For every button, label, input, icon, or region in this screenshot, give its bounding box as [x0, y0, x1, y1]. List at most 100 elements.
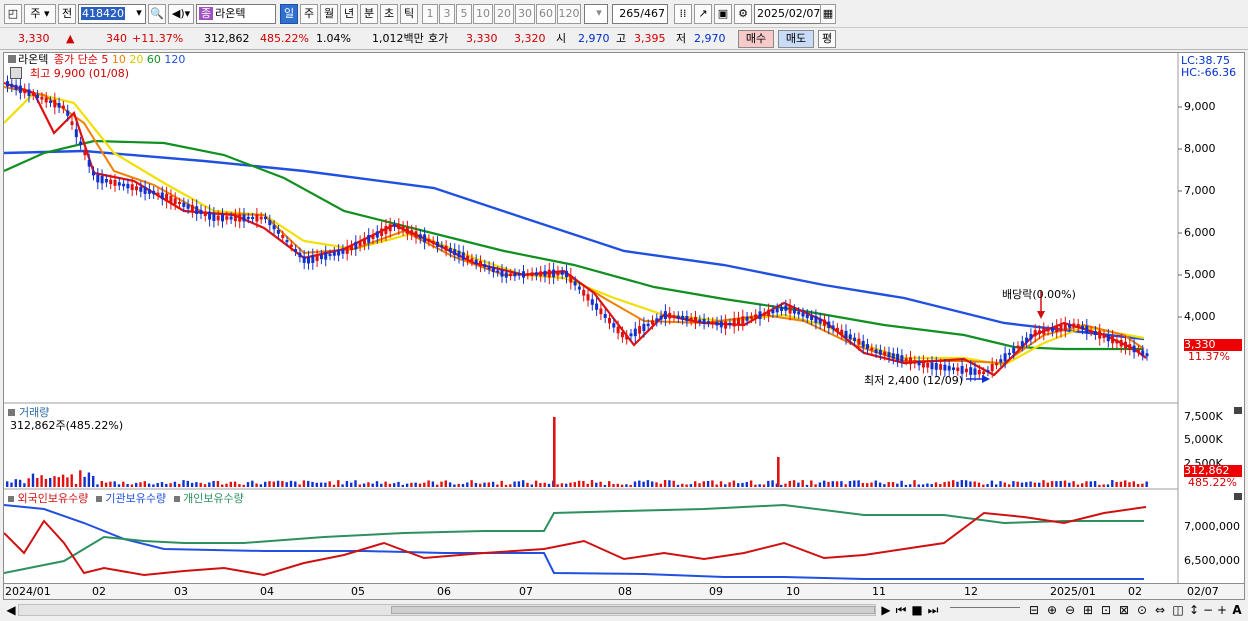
interval-20-button[interactable]: 20: [494, 4, 514, 24]
rewind-icon[interactable]: ⏮: [894, 601, 908, 619]
overlay-icon[interactable]: ⊡: [1098, 601, 1114, 619]
fast-forward-icon[interactable]: ⏭: [926, 601, 940, 619]
candle-body: [1136, 349, 1140, 353]
table-view-icon[interactable]: [10, 67, 22, 79]
stock-name-field[interactable]: 종 라온텍: [196, 4, 276, 24]
volume-bar: [401, 484, 404, 487]
scrollbar-thumb[interactable]: [391, 606, 875, 614]
period-type-select[interactable]: 주 ▾: [24, 4, 56, 24]
search-icon[interactable]: 🔍: [148, 4, 166, 24]
period-second-button[interactable]: 초: [380, 4, 398, 24]
eval-button[interactable]: 평: [818, 30, 836, 48]
calendar-icon[interactable]: ▦: [820, 4, 836, 24]
date-input[interactable]: 2025/02/07: [754, 4, 824, 24]
volume-bar: [152, 484, 155, 487]
play-icon[interactable]: ▶: [880, 601, 892, 619]
grid-icon[interactable]: ⁞⁞: [674, 4, 692, 24]
candle-body: [814, 315, 818, 323]
save-icon[interactable]: ▣: [714, 4, 732, 24]
candle-body: [625, 335, 629, 340]
candle-body: [741, 316, 745, 324]
candle-body: [599, 308, 603, 315]
candle-body: [100, 175, 104, 184]
price-legend: 라온텍 종가 단순 5 10 20 60 120: [8, 54, 185, 66]
speed-slider[interactable]: [950, 607, 1020, 611]
volume-bar: [780, 484, 783, 487]
volume-panel-close-icon[interactable]: [1234, 407, 1242, 414]
x-tick-11: 11: [872, 585, 886, 598]
low-label: 저: [676, 32, 687, 45]
period-minute-button[interactable]: 분: [360, 4, 378, 24]
foreign-holdings-line: [4, 506, 1147, 577]
period-week-button[interactable]: 주: [300, 4, 318, 24]
candle-body: [199, 209, 203, 215]
candle-body: [560, 271, 564, 275]
volume-bar: [900, 480, 903, 487]
chart-type-icon[interactable]: ⊞: [1080, 601, 1096, 619]
count-shown: 265: [619, 7, 641, 20]
volume-bar: [104, 482, 108, 487]
chart-area[interactable]: 라온텍 종가 단순 5 10 20 60 120 최고 9,900 (01/08…: [3, 52, 1246, 604]
market-type-button[interactable]: 전: [58, 4, 76, 24]
link-icon[interactable]: ⇔: [1152, 601, 1168, 619]
scroll-left-icon[interactable]: ◀: [6, 601, 16, 619]
volume-bar: [758, 484, 761, 487]
period-month-button[interactable]: 월: [320, 4, 338, 24]
candle-body: [190, 205, 194, 212]
volume-bar: [345, 481, 349, 487]
period-day-button[interactable]: 일: [280, 4, 298, 24]
zoom-in-icon[interactable]: ⊕: [1044, 601, 1060, 619]
indicator-icon[interactable]: ⊠: [1116, 601, 1132, 619]
candle-body: [496, 270, 500, 273]
buy-button[interactable]: 매수: [738, 30, 774, 48]
interval-30-button[interactable]: 30: [515, 4, 535, 24]
window-menu-icon[interactable]: ◰: [4, 4, 22, 24]
pointer-icon[interactable]: ↕: [1188, 601, 1200, 619]
code-dropdown-icon[interactable]: ▾: [132, 4, 146, 24]
volume-bar: [801, 480, 804, 487]
sell-button[interactable]: 매도: [778, 30, 814, 48]
settings-gear-icon[interactable]: ⚙: [734, 4, 752, 24]
chart-canvas[interactable]: [4, 53, 1246, 604]
text-size-icon[interactable]: A: [1230, 601, 1244, 619]
draw-tool-icon[interactable]: ↗: [694, 4, 712, 24]
candle-body: [715, 321, 719, 326]
candle-body: [913, 360, 917, 364]
candle-body: [620, 332, 624, 338]
speaker-icon[interactable]: ◀)▾: [168, 4, 194, 24]
interval-120-button[interactable]: 120: [557, 4, 581, 24]
candle-body: [775, 308, 779, 313]
candle-body: [719, 321, 723, 328]
volume-bar: [268, 481, 271, 487]
candle-body: [861, 340, 865, 348]
zoom-out-icon[interactable]: ⊖: [1062, 601, 1078, 619]
volume-bar: [1059, 481, 1062, 487]
interval-10-button[interactable]: 10: [473, 4, 493, 24]
period-year-button[interactable]: 년: [340, 4, 358, 24]
period-tick-button[interactable]: 틱: [400, 4, 418, 24]
plus-icon[interactable]: +: [1216, 601, 1228, 619]
candle-body: [547, 269, 551, 278]
candle-body: [1068, 324, 1072, 328]
candle-body: [18, 85, 22, 93]
interval-60-button[interactable]: 60: [536, 4, 556, 24]
volume-bar: [577, 480, 581, 487]
candle-body: [883, 351, 887, 356]
compare-icon[interactable]: ⊙: [1134, 601, 1150, 619]
current-price: 3,330: [18, 32, 50, 45]
volume-bar: [165, 483, 168, 487]
camera-icon[interactable]: ◫: [1170, 601, 1186, 619]
candle-body: [135, 186, 138, 191]
minus-icon[interactable]: −: [1202, 601, 1214, 619]
volume-bar: [547, 483, 551, 487]
volume-bar: [272, 481, 275, 487]
interval-3-button[interactable]: 3: [439, 4, 455, 24]
count-field[interactable]: 265/467: [612, 4, 668, 24]
interval-dropdown-icon[interactable]: ▾: [592, 4, 606, 24]
interval-5-button[interactable]: 5: [456, 4, 472, 24]
holdings-panel-close-icon[interactable]: [1234, 493, 1242, 500]
stop-icon[interactable]: ■: [910, 601, 924, 619]
horizontal-scrollbar[interactable]: [18, 604, 876, 616]
interval-1-button[interactable]: 1: [422, 4, 438, 24]
zoom-fit-icon[interactable]: ⊟: [1026, 601, 1042, 619]
